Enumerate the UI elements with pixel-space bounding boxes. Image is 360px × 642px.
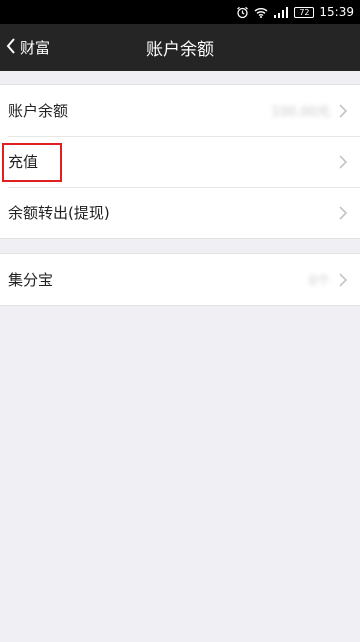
chevron-left-icon — [6, 37, 16, 58]
balance-value: 100.00元 — [271, 105, 331, 120]
list-item-withdraw[interactable]: 余额转出(提现) — [0, 187, 360, 238]
status-bar: 72 15:39 — [0, 0, 360, 24]
signal-icon — [273, 6, 289, 18]
wifi-icon — [254, 7, 268, 18]
page-title: 账户余额 — [146, 40, 214, 60]
nav-bar: 财富 账户余额 — [0, 24, 360, 71]
list-item-label: 集分宝 — [8, 271, 54, 289]
chevron-right-icon — [338, 154, 348, 169]
list-item-label: 余额转出(提现) — [8, 204, 110, 222]
balance-group: 账户余额 100.00元 充值 余额转出(提现) — [0, 84, 360, 239]
status-time: 15:39 — [319, 5, 354, 19]
list-item-balance[interactable]: 账户余额 100.00元 — [0, 85, 360, 136]
points-value: 0个 — [308, 274, 330, 289]
points-group: 集分宝 0个 — [0, 253, 360, 306]
chevron-right-icon — [338, 205, 348, 220]
battery-icon: 72 — [294, 6, 315, 18]
back-label: 财富 — [20, 39, 51, 57]
chevron-right-icon — [338, 272, 348, 287]
chevron-right-icon — [338, 103, 348, 118]
back-button[interactable]: 财富 — [6, 24, 50, 71]
list-item-label: 账户余额 — [8, 102, 69, 120]
list-item-label: 充值 — [8, 153, 39, 171]
list-item-jifenbao[interactable]: 集分宝 0个 — [0, 254, 360, 305]
alarm-icon — [236, 6, 249, 19]
list-item-recharge[interactable]: 充值 — [0, 136, 360, 187]
